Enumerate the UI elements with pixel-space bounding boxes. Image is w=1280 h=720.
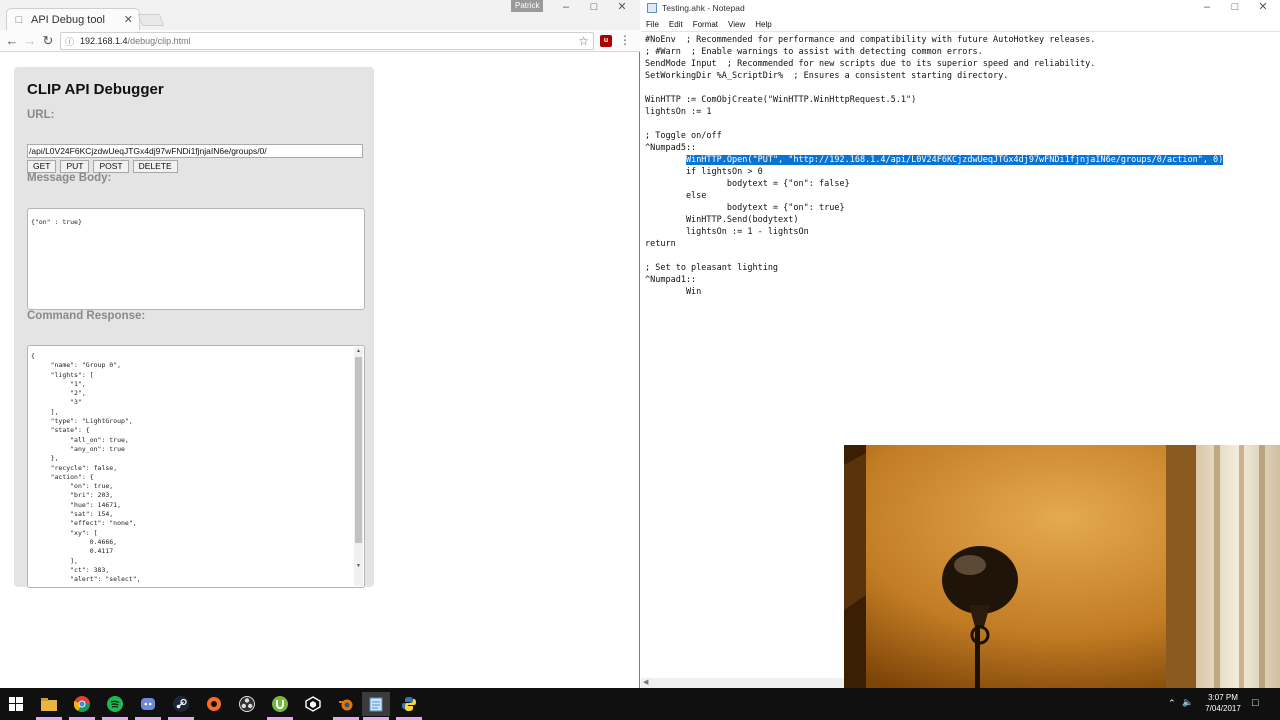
message-body-textarea[interactable]: {"on" : true} <box>27 208 365 310</box>
discord-icon[interactable] <box>134 692 162 716</box>
page-title: CLIP API Debugger <box>27 81 164 98</box>
page-content: CLIP API Debugger URL: GET PUT POST DELE… <box>0 53 639 688</box>
url-host: 192.168.1.4 <box>80 36 128 46</box>
desktop: □ API Debug tool ✕ Patrick – □ ✕ ← → ↻ ⓘ… <box>0 0 1280 720</box>
page-icon: □ <box>15 13 23 26</box>
chrome-menu-icon[interactable]: ⋮ <box>619 33 631 47</box>
command-response-label: Command Response: <box>27 310 146 322</box>
notepad-title: Testing.ahk - Notepad <box>662 3 745 13</box>
url-input[interactable] <box>27 144 363 158</box>
notepad-titlebar: Testing.ahk - Notepad – □ ✕ <box>641 0 1280 16</box>
code-line: return <box>645 239 676 249</box>
close-window-button[interactable]: ✕ <box>608 0 636 14</box>
response-scrollbar[interactable]: ▲ ▼ <box>354 347 363 586</box>
minimize-button[interactable]: – <box>552 0 580 14</box>
maximize-button[interactable]: □ <box>580 0 608 14</box>
bookmark-star-icon[interactable]: ☆ <box>578 34 589 48</box>
blender-icon[interactable] <box>332 692 360 716</box>
tab-title: API Debug tool <box>31 13 105 26</box>
menu-help[interactable]: Help <box>755 20 771 29</box>
clock-time: 3:07 PM <box>1208 693 1238 702</box>
menu-file[interactable]: File <box>646 20 659 29</box>
code-line: if lightsOn > 0 <box>645 167 763 177</box>
scroll-up-icon[interactable]: ▲ <box>355 348 362 356</box>
menu-view[interactable]: View <box>728 20 745 29</box>
command-response-textarea[interactable]: { "name": "Group 0", "lights": [ "1", "2… <box>27 345 365 588</box>
code-line: SetWorkingDir %A_ScriptDir% ; Ensures a … <box>645 71 1009 81</box>
code-line: ; #Warn ; Enable warnings to assist with… <box>645 47 983 57</box>
menu-format[interactable]: Format <box>693 20 718 29</box>
scroll-down-icon[interactable]: ▼ <box>355 563 362 571</box>
command-response-text: { "name": "Group 0", "lights": [ "1", "2… <box>31 352 141 584</box>
scroll-left-icon[interactable]: ◀ <box>643 678 648 686</box>
script-text: #NoEnv ; Recommended for performance and… <box>645 34 1224 298</box>
file-explorer-icon[interactable] <box>35 692 63 716</box>
profile-badge[interactable]: Patrick <box>511 0 544 12</box>
code-line: WinHTTP := ComObjCreate("WinHTTP.WinHttp… <box>645 95 917 105</box>
speaker-icon[interactable]: 🔈 <box>1182 697 1193 708</box>
unity-icon[interactable] <box>299 692 327 716</box>
code-line: ; Toggle on/off <box>645 131 722 141</box>
reload-button[interactable]: ↻ <box>40 33 56 49</box>
tab-strip: □ API Debug tool ✕ Patrick – □ ✕ <box>0 0 640 30</box>
forward-button[interactable]: → <box>22 33 38 49</box>
notepad-menubar: File Edit Format View Help <box>641 17 1280 31</box>
code-line: Win <box>645 287 702 297</box>
browser-toolbar: ← → ↻ ⓘ 192.168.1.4/debug/clip.html ☆ u … <box>0 30 640 52</box>
code-line: else <box>645 191 707 201</box>
info-icon[interactable]: ⓘ <box>65 35 74 48</box>
code-line: lightsOn := 1 - lightsOn <box>645 227 809 237</box>
browser-tab[interactable]: □ API Debug tool ✕ <box>6 8 140 30</box>
windows-start-icon[interactable] <box>2 692 30 716</box>
notepad-minimize-button[interactable]: – <box>1193 0 1221 14</box>
code-line: WinHTTP.Open("PUT", "http://192.168.1.4/… <box>645 154 1224 166</box>
ublock-extension-icon[interactable]: u <box>600 35 612 47</box>
notepad-close-button[interactable]: ✕ <box>1249 0 1277 14</box>
code-line: WinHTTP.Send(bodytext) <box>645 215 799 225</box>
code-line: lightsOn := 1 <box>645 107 712 117</box>
new-tab-button[interactable] <box>137 14 165 26</box>
notepad-icon <box>647 3 657 13</box>
code-line: #NoEnv ; Recommended for performance and… <box>645 35 1096 45</box>
clock-date: 7/04/2017 <box>1205 704 1241 713</box>
windows-taskbar: ⌃ 🔈 3:07 PM 7/04/2017 □ <box>0 688 1280 720</box>
chrome-icon[interactable] <box>68 692 96 716</box>
code-line: SendMode Input ; Recommended for new scr… <box>645 59 1096 69</box>
webcam-lamp-image <box>844 445 1280 688</box>
obs-icon[interactable] <box>233 692 261 716</box>
code-line: ^Numpad1:: <box>645 275 697 285</box>
close-tab-icon[interactable]: ✕ <box>124 13 133 26</box>
message-body-label: Message Body: <box>27 172 112 184</box>
address-bar[interactable]: ⓘ 192.168.1.4/debug/clip.html ☆ <box>60 32 594 50</box>
taskbar-clock[interactable]: 3:07 PM 7/04/2017 <box>1198 692 1248 714</box>
spotify-icon[interactable] <box>101 692 129 716</box>
code-line: bodytext = {"on": false} <box>645 179 850 189</box>
notepad-maximize-button[interactable]: □ <box>1221 0 1249 14</box>
notifications-icon[interactable]: □ <box>1252 697 1259 709</box>
back-button[interactable]: ← <box>4 33 20 49</box>
menu-edit[interactable]: Edit <box>669 20 683 29</box>
scrollbar-thumb[interactable] <box>355 357 362 543</box>
python-icon[interactable] <box>395 692 423 716</box>
debugger-panel: CLIP API Debugger URL: GET PUT POST DELE… <box>14 67 374 588</box>
delete-button[interactable]: DELETE <box>132 160 178 173</box>
url-label: URL: <box>27 109 55 121</box>
webcam-overlay <box>844 445 1280 688</box>
origin-icon[interactable] <box>200 692 228 716</box>
tray-chevron-icon[interactable]: ⌃ <box>1168 698 1176 709</box>
code-line: ^Numpad5:: <box>645 143 697 153</box>
url-path: /debug/clip.html <box>127 36 191 46</box>
selected-text: WinHTTP.Open("PUT", "http://192.168.1.4/… <box>685 155 1224 165</box>
steam-icon[interactable] <box>167 692 195 716</box>
notepad-taskbar-icon[interactable] <box>362 692 390 716</box>
code-line: bodytext = {"on": true} <box>645 203 845 213</box>
chrome-window: □ API Debug tool ✕ Patrick – □ ✕ ← → ↻ ⓘ… <box>0 0 640 688</box>
utorrent-icon[interactable] <box>266 692 294 716</box>
code-line: ; Set to pleasant lighting <box>645 263 779 273</box>
